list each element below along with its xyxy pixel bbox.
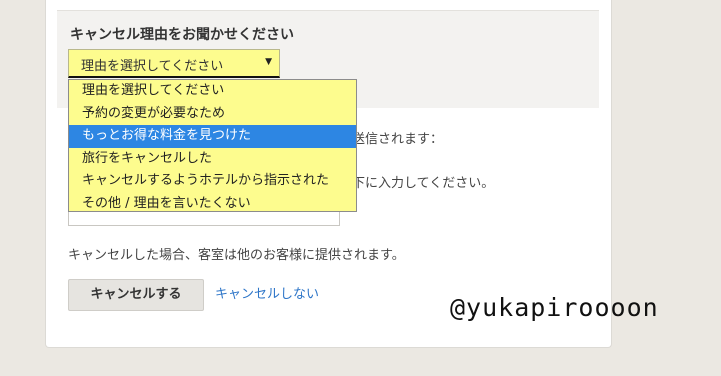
sent-notice-text: 送信されます： <box>352 132 444 147</box>
enter-below-text: 下に入力してください。 <box>352 176 495 191</box>
reason-option[interactable]: キャンセルするようホテルから指示された <box>69 170 356 193</box>
reason-option[interactable]: 旅行をキャンセルした <box>69 148 356 171</box>
watermark-text: @yukapiroooon <box>450 293 659 322</box>
reason-option-highlighted[interactable]: もっとお得な料金を見つけた <box>69 125 356 148</box>
keep-booking-link[interactable]: キャンセルしない <box>215 283 319 302</box>
reason-title: キャンセル理由をお聞かせください <box>70 27 294 43</box>
reason-select-value: 理由を選択してください <box>81 59 224 74</box>
reason-option[interactable]: その他 / 理由を言いたくない <box>69 193 356 216</box>
reason-dropdown-list: 理由を選択してください 予約の変更が必要なため もっとお得な料金を見つけた 旅行… <box>68 79 357 212</box>
chevron-down-icon: ▼ <box>265 57 272 67</box>
room-release-notice: キャンセルした場合、客室は他のお客様に提供されます。 <box>68 248 405 263</box>
reason-select[interactable]: 理由を選択してください ▼ <box>68 49 280 78</box>
reason-option[interactable]: 理由を選択してください <box>69 80 356 103</box>
reason-option[interactable]: 予約の変更が必要なため <box>69 103 356 126</box>
cancel-button[interactable]: キャンセルする <box>68 279 204 311</box>
